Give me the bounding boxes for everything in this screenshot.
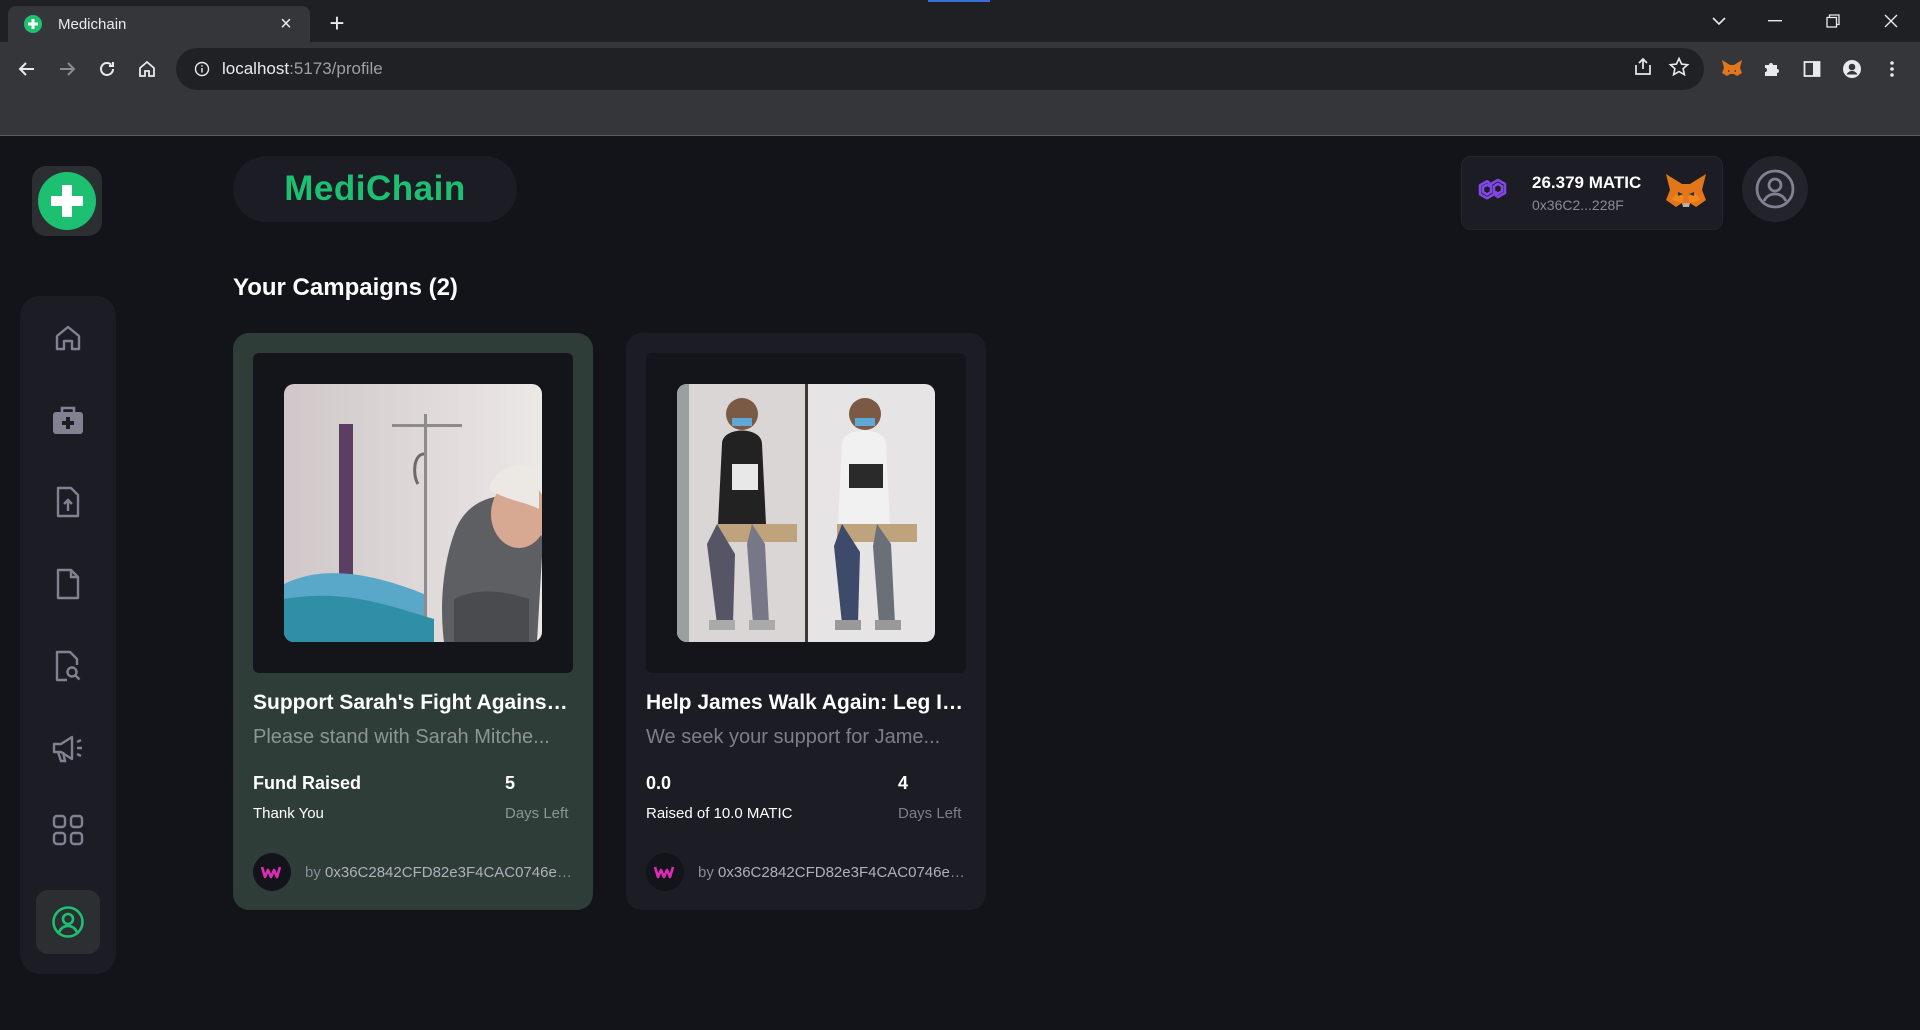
- campaign-title: Support Sarah's Fight Against ...: [253, 691, 573, 714]
- profile-avatar-button[interactable]: [1742, 156, 1808, 222]
- side-panel-icon: [1803, 61, 1821, 77]
- restore-button[interactable]: [1810, 6, 1856, 36]
- forward-button[interactable]: [50, 52, 84, 86]
- megaphone-icon: [52, 735, 82, 763]
- side-panel-button[interactable]: [1795, 52, 1829, 86]
- url-path: :5173/profile: [289, 59, 383, 78]
- brand-title: MediChain: [284, 169, 466, 208]
- logo-button[interactable]: [32, 166, 102, 236]
- sidebar-item-medkit[interactable]: [36, 388, 100, 452]
- campaign-card[interactable]: Help James Walk Again: Leg Im... We seek…: [626, 333, 986, 910]
- tab-search-button[interactable]: [1696, 6, 1742, 36]
- minimize-icon: [1768, 20, 1782, 22]
- sidebar-item-campaigns[interactable]: [36, 716, 100, 780]
- person-icon: [1843, 60, 1861, 78]
- tab-title: Medichain: [58, 15, 127, 33]
- campaign-owner: by 0x36C2842CFD82e3F4CAC0746e4...: [305, 864, 577, 881]
- sidebar-item-search-records[interactable]: [36, 634, 100, 698]
- wallet-balance: 26.379 MATIC: [1532, 173, 1642, 192]
- arrow-right-icon: [60, 62, 76, 76]
- owner-prefix: by: [305, 864, 326, 881]
- section-title: Your Campaigns (2): [233, 274, 458, 301]
- browser-tabstrip: Medichain × +: [0, 0, 1920, 42]
- close-window-button[interactable]: [1868, 6, 1914, 36]
- bookmark-bar: [0, 96, 1920, 136]
- reload-icon: [100, 62, 114, 76]
- wallet-widget[interactable]: 26.379 MATIC 0x36C2...228F: [1461, 156, 1723, 230]
- puzzle-icon: [1765, 63, 1779, 76]
- back-button[interactable]: [10, 52, 44, 86]
- app-page: MediChain 26.379 MATIC 0x36C2...228F You…: [0, 136, 1920, 1030]
- tab-close-button[interactable]: ×: [274, 12, 298, 36]
- campaign-days-label: Days Left: [505, 805, 569, 822]
- campaign-image: [677, 384, 935, 642]
- campaign-stat-sub: Thank You: [253, 805, 324, 822]
- medical-cross-icon: [38, 172, 96, 230]
- restore-icon: [1826, 14, 1840, 28]
- user-circle-icon: [52, 906, 84, 938]
- kebab-menu-icon: [1890, 61, 1894, 77]
- campaign-stat-sub: Raised of 10.0 MATIC: [646, 805, 793, 822]
- chevron-down-icon: [1712, 17, 1726, 26]
- minimize-button[interactable]: [1752, 6, 1798, 36]
- campaign-stat-main: Fund Raised: [253, 773, 362, 793]
- campaign-owner: by 0x36C2842CFD82e3F4CAC0746e4...: [698, 864, 970, 881]
- owner-avatar: [646, 853, 684, 891]
- sidebar-item-records[interactable]: [36, 552, 100, 616]
- file-search-icon: [55, 650, 81, 682]
- address-bar[interactable]: localhost:5173/profile: [176, 48, 1704, 90]
- browser-tab[interactable]: Medichain ×: [8, 6, 310, 42]
- tab-drag-indicator: [928, 0, 990, 2]
- sidebar-item-profile[interactable]: [36, 890, 100, 954]
- metamask-fox-icon: [1666, 174, 1706, 207]
- polygon-icon: [1478, 178, 1507, 200]
- sidebar-item-dashboard[interactable]: [36, 798, 100, 862]
- favicon-plus-icon: [24, 15, 42, 33]
- owner-logo-icon: [654, 866, 675, 879]
- file-upload-icon: [56, 486, 80, 518]
- sidebar: [20, 296, 116, 974]
- brand-header: MediChain: [233, 156, 517, 222]
- campaign-image-frame: [253, 353, 573, 673]
- profile-button[interactable]: [1835, 52, 1869, 86]
- campaign-days-value: 5: [505, 773, 516, 793]
- metamask-fox-icon: [1722, 60, 1742, 76]
- new-tab-button[interactable]: +: [322, 8, 352, 38]
- extensions-button[interactable]: [1755, 52, 1789, 86]
- owner-prefix: by: [698, 864, 719, 881]
- info-icon: [194, 61, 210, 77]
- owner-address: 0x36C2842CFD82e3F4CAC0746e4...: [718, 864, 970, 881]
- arrow-left-icon: [18, 62, 34, 76]
- campaign-stat-main: 0.0: [646, 773, 672, 793]
- url-host: localhost: [222, 59, 290, 78]
- user-circle-icon: [1755, 169, 1795, 209]
- campaign-description: Please stand with Sarah Mitche...: [253, 726, 550, 748]
- home-icon: [55, 325, 81, 351]
- grid-icon: [52, 814, 84, 846]
- close-icon: [1884, 14, 1898, 28]
- campaign-days-label: Days Left: [898, 805, 962, 822]
- share-icon[interactable]: [1632, 56, 1654, 78]
- file-icon: [56, 568, 80, 600]
- browser-toolbar: localhost:5173/profile: [0, 42, 1920, 96]
- wallet-address: 0x36C2...228F: [1532, 197, 1624, 213]
- campaign-card[interactable]: Support Sarah's Fight Against ... Please…: [233, 333, 593, 910]
- campaign-image-frame: [646, 353, 966, 673]
- owner-logo-icon: [261, 866, 282, 879]
- campaign-image: [284, 384, 542, 642]
- browser-menu-button[interactable]: [1875, 52, 1909, 86]
- owner-address: 0x36C2842CFD82e3F4CAC0746e4...: [325, 864, 577, 881]
- campaign-description: We seek your support for Jame...: [646, 726, 941, 748]
- owner-avatar: [253, 853, 291, 891]
- sidebar-item-home[interactable]: [36, 306, 100, 370]
- reload-button[interactable]: [90, 52, 124, 86]
- bookmark-star-icon[interactable]: [1668, 56, 1690, 78]
- campaign-days-value: 4: [898, 773, 909, 793]
- home-icon: [139, 60, 155, 77]
- metamask-extension-button[interactable]: [1715, 52, 1749, 86]
- home-button[interactable]: [130, 52, 164, 86]
- campaign-title: Help James Walk Again: Leg Im...: [646, 691, 966, 714]
- medkit-icon: [53, 406, 83, 434]
- sidebar-item-upload-record[interactable]: [36, 470, 100, 534]
